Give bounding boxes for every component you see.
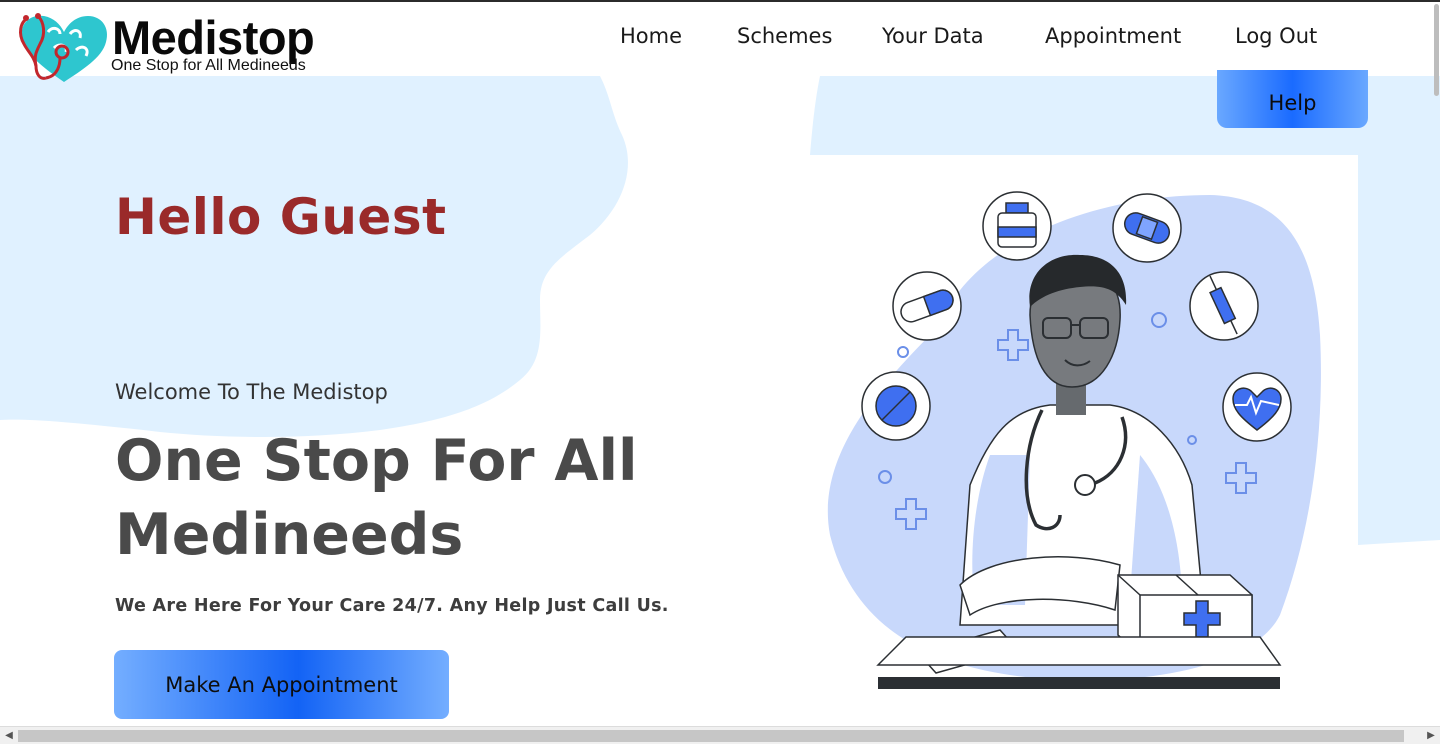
nav-log-out[interactable]: Log Out [1235, 24, 1317, 48]
pill-icon [861, 371, 931, 441]
doctor-illustration [810, 155, 1358, 715]
hero-subline: We Are Here For Your Care 24/7. Any Help… [115, 596, 669, 616]
greeting: Hello Guest [115, 188, 447, 246]
vertical-scroll-thumb[interactable] [1434, 4, 1439, 96]
capsule-icon [892, 271, 962, 341]
welcome-text: Welcome To The Medistop [115, 380, 388, 404]
site-header: Medistop One Stop for All Medineeds Home… [0, 2, 1440, 82]
make-appointment-button[interactable]: Make An Appointment [114, 650, 449, 719]
nav-appointment[interactable]: Appointment [1045, 24, 1181, 48]
horizontal-scroll-thumb[interactable] [18, 730, 1404, 742]
main-nav: Home Schemes Your Data Appointment Log O… [0, 24, 1440, 54]
hero-headline: One Stop For All Medineeds [115, 428, 638, 568]
scroll-right-arrow-icon[interactable]: ▶ [1424, 729, 1438, 743]
help-button[interactable]: Help [1217, 70, 1368, 128]
medicine-bottle-icon [982, 191, 1052, 261]
nav-your-data[interactable]: Your Data [882, 24, 984, 48]
nav-schemes[interactable]: Schemes [737, 24, 832, 48]
nav-home[interactable]: Home [620, 24, 682, 48]
brand-tagline: One Stop for All Medineeds [111, 57, 306, 74]
scroll-left-arrow-icon[interactable]: ◀ [2, 729, 16, 743]
bandage-icon [1112, 193, 1182, 263]
horizontal-scrollbar[interactable]: ◀ ▶ [0, 726, 1440, 744]
syringe-icon [1189, 271, 1259, 341]
heart-pulse-icon [1222, 372, 1292, 442]
